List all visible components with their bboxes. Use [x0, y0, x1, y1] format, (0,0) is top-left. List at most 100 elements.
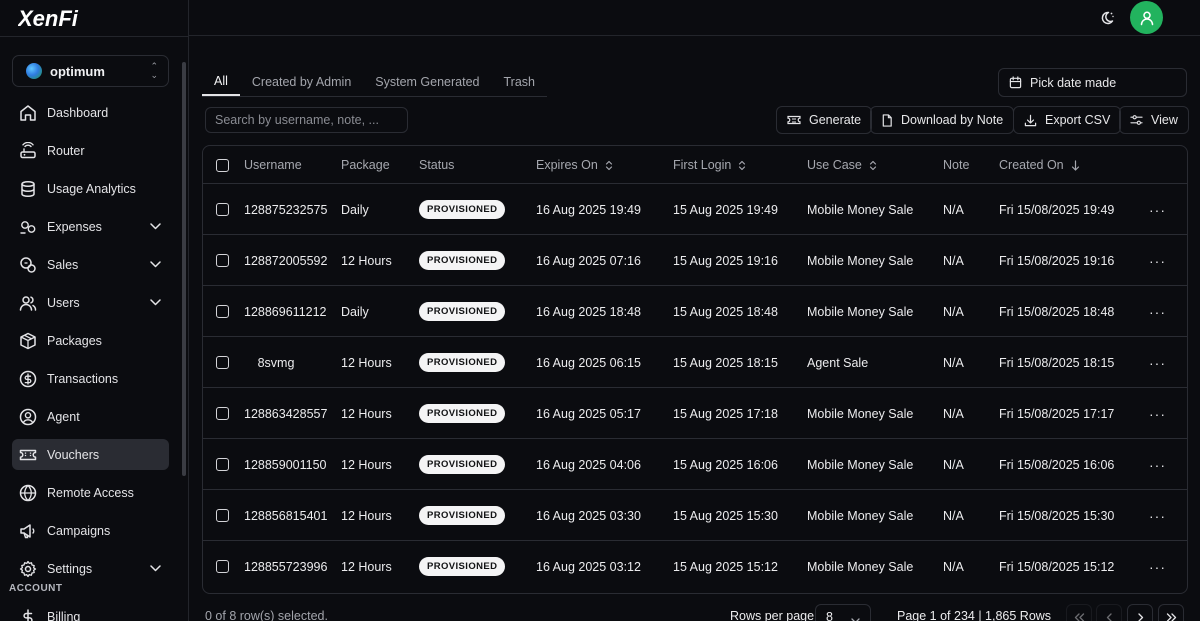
select-all-checkbox[interactable]	[216, 158, 229, 172]
sidebar-item-campaigns[interactable]: Campaigns	[12, 515, 169, 546]
sidebar-item-remote-access[interactable]: Remote Access	[12, 477, 169, 508]
sidebar-item-label: Settings	[47, 561, 93, 576]
row-checkbox[interactable]	[216, 560, 229, 573]
row-checkbox[interactable]	[216, 458, 229, 471]
row-actions-button[interactable]: ···	[1149, 439, 1166, 490]
sidebar-item-label: Users	[47, 295, 80, 310]
database-icon	[18, 179, 38, 199]
cell-created-on: Fri 15/08/2025 18:15	[999, 355, 1115, 370]
sidebar-item-vouchers[interactable]: Vouchers	[12, 439, 169, 470]
sidebar-item-packages[interactable]: Packages	[12, 325, 169, 356]
row-actions-button[interactable]: ···	[1149, 541, 1166, 592]
table-row[interactable]: 128859001150 PROVISIONED 12 Hours 16 Aug 20…	[203, 439, 1187, 490]
previous-page-button[interactable]	[1096, 604, 1122, 621]
cell-created-on: Fri 15/08/2025 17:17	[999, 406, 1115, 421]
row-actions-button[interactable]: ···	[1149, 235, 1166, 286]
sidebar-item-router[interactable]: Router	[12, 135, 169, 166]
user-circle-icon	[18, 407, 38, 427]
table-row[interactable]: 128863428557 PROVISIONED 12 Hours 16 Aug 20…	[203, 388, 1187, 439]
next-page-button[interactable]	[1127, 604, 1153, 621]
sidebar-item-transactions[interactable]: Transactions	[12, 363, 169, 394]
sidebar-item-label: Dashboard	[47, 105, 109, 120]
more-horizontal-icon: ···	[1149, 456, 1166, 473]
row-actions-button[interactable]: ···	[1149, 490, 1166, 541]
tab-all[interactable]: All	[202, 67, 240, 96]
theme-toggle-button[interactable]	[1096, 7, 1118, 29]
row-select-cell	[216, 235, 229, 286]
chevrons-up-down-icon: ⌃ ⌄	[150, 61, 158, 80]
table-row[interactable]: 8svmg PROVISIONED 12 Hours 16 Aug 2025 06:1…	[203, 337, 1187, 388]
sidebar-item-label: Agent	[47, 409, 80, 424]
chevron-down-icon[interactable]	[149, 563, 161, 575]
last-page-button[interactable]	[1158, 604, 1184, 621]
cell-status: PROVISIONED	[419, 541, 506, 592]
cell-expires-on: 16 Aug 2025 05:17	[536, 406, 641, 421]
cell-username: 128869611212	[244, 304, 327, 319]
tab-created-by-admin[interactable]: Created by Admin	[240, 67, 363, 96]
row-checkbox[interactable]	[216, 356, 229, 369]
org-switcher[interactable]: optimum ⌃ ⌄	[12, 55, 169, 87]
row-checkbox[interactable]	[216, 509, 229, 522]
cell-expires-on: 16 Aug 2025 06:15	[536, 355, 641, 370]
table-row[interactable]: 128856815401 PROVISIONED 12 Hours 16 Aug 20…	[203, 490, 1187, 541]
sort-icon	[869, 160, 877, 171]
rows-per-page-select[interactable]: 8	[815, 604, 871, 621]
sidebar-item-sales[interactable]: Sales	[12, 249, 169, 280]
sidebar-item-users[interactable]: Users	[12, 287, 169, 318]
sidebar-item-billing[interactable]: Billing	[18, 607, 163, 621]
first-page-button[interactable]	[1066, 604, 1092, 621]
sidebar-item-expenses[interactable]: Expenses	[12, 211, 169, 242]
chevron-down-icon[interactable]	[149, 297, 161, 309]
row-select-cell	[216, 337, 229, 388]
table-row[interactable]: 128869611212 PROVISIONED Daily 16 Aug 2025 …	[203, 286, 1187, 337]
sidebar-item-dashboard[interactable]: Dashboard	[12, 97, 169, 128]
view-options-button[interactable]: View	[1119, 106, 1189, 134]
sidebar-item-usage-analytics[interactable]: Usage Analytics	[12, 173, 169, 204]
column-first-login[interactable]: First Login	[673, 146, 746, 184]
cell-package: 12 Hours	[341, 406, 392, 421]
column-username-label: Username	[244, 158, 302, 172]
table-row[interactable]: 128855723996 PROVISIONED 12 Hours 16 Aug 20…	[203, 541, 1187, 592]
column-status-label: Status	[419, 158, 455, 172]
table-row[interactable]: 128875232575 PROVISIONED Daily 16 Aug 2025 …	[203, 184, 1187, 235]
sidebar-scrollbar[interactable]	[182, 62, 186, 476]
cell-status: PROVISIONED	[419, 337, 506, 388]
user-icon	[1140, 11, 1153, 25]
sidebar-item-agent[interactable]: Agent	[12, 401, 169, 432]
tab-trash[interactable]: Trash	[491, 67, 547, 96]
sidebar-item-label: Vouchers	[47, 447, 100, 462]
export-csv-button[interactable]: Export CSV	[1013, 106, 1122, 134]
column-expires-on[interactable]: Expires On	[536, 146, 613, 184]
row-actions-button[interactable]: ···	[1149, 286, 1166, 337]
row-checkbox[interactable]	[216, 407, 229, 420]
cell-package: 12 Hours	[341, 559, 392, 574]
table-row[interactable]: 128872005592 PROVISIONED 12 Hours 16 Aug 20…	[203, 235, 1187, 286]
row-checkbox[interactable]	[216, 305, 229, 318]
row-actions-button[interactable]: ···	[1149, 337, 1166, 388]
date-picker-button[interactable]: Pick date made	[998, 68, 1187, 97]
generate-button[interactable]: Generate	[776, 106, 873, 134]
chevron-down-icon[interactable]	[149, 221, 161, 233]
search-input[interactable]	[205, 107, 408, 133]
tab-system-generated[interactable]: System Generated	[363, 67, 491, 96]
cell-package: Daily	[341, 304, 369, 319]
status-badge: PROVISIONED	[419, 251, 506, 270]
user-avatar-button[interactable]	[1130, 1, 1163, 34]
vouchers-table: Username Package Status Expires On First…	[202, 145, 1188, 594]
cell-username: 128856815401	[244, 508, 328, 523]
row-select-cell	[216, 388, 229, 439]
row-checkbox[interactable]	[216, 254, 229, 267]
chevron-down-icon[interactable]	[149, 259, 161, 271]
download-by-note-button[interactable]: Download by Note	[870, 106, 1015, 134]
row-actions-button[interactable]: ···	[1149, 184, 1166, 235]
column-use-case[interactable]: Use Case	[807, 146, 877, 184]
sidebar-item-label: Billing	[47, 610, 81, 621]
row-actions-button[interactable]: ···	[1149, 388, 1166, 439]
logo[interactable]: XenFi	[18, 6, 88, 32]
cell-created-on: Fri 15/08/2025 15:12	[999, 559, 1115, 574]
cell-package: Daily	[341, 202, 369, 217]
sliders-icon	[1130, 114, 1143, 126]
column-created-on[interactable]: Created On	[999, 146, 1080, 184]
sidebar-item-settings[interactable]: Settings	[12, 553, 169, 584]
row-checkbox[interactable]	[216, 203, 229, 216]
